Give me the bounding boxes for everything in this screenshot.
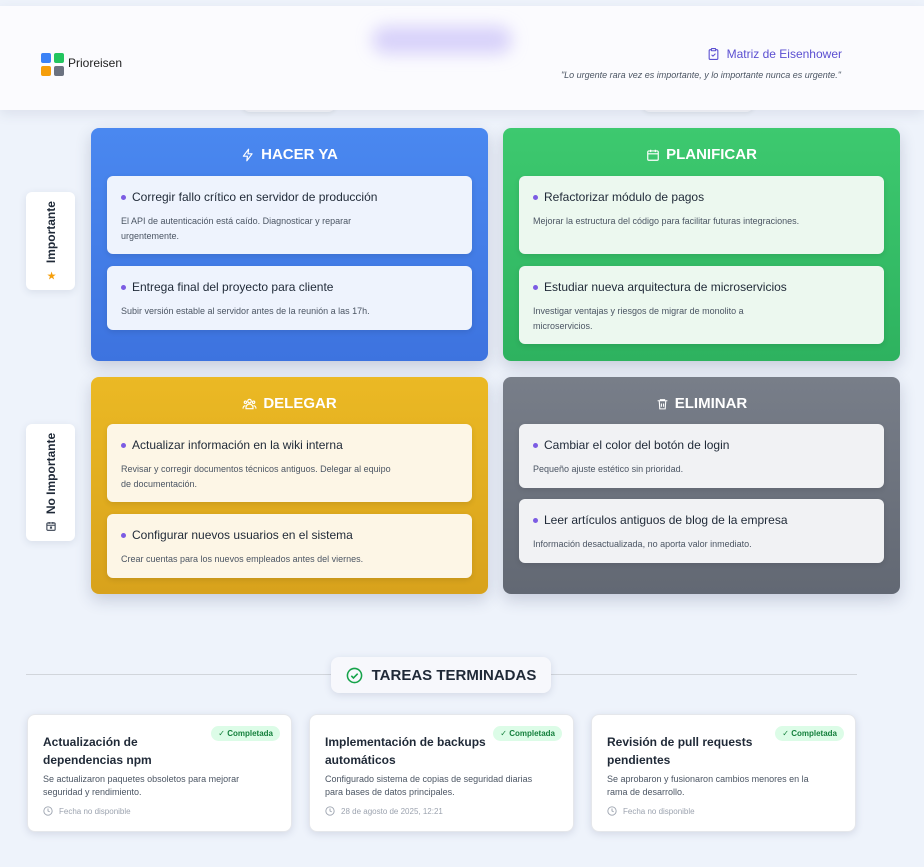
completed-task-card[interactable]: ✓ Completada Actualización de dependenci… <box>27 714 292 832</box>
task-title: Cambiar el color del botón de login <box>544 438 730 452</box>
task-desc: Investigar ventajas y riesgos de migrar … <box>533 306 744 331</box>
quadrant-do-now: HACER YA Corregir fallo crítico en servi… <box>91 128 488 361</box>
completed-task-desc: Se actualizaron paquetes obsoletos para … <box>43 774 240 797</box>
app-brand: Prioreisen <box>68 56 123 70</box>
task-desc: El API de autenticación está caído. Diag… <box>121 216 352 241</box>
completed-section-title: TAREAS TERMINADAS <box>331 657 551 693</box>
axis-important-label: Importante <box>43 201 58 264</box>
quadrant-plan: PLANIFICAR Refactorizar módulo de pagos … <box>503 128 900 361</box>
completed-task-date: 28 de agosto de 2025, 12:21 <box>325 806 443 816</box>
task-card[interactable]: Refactorizar módulo de pagos Mejorar la … <box>519 176 884 254</box>
calendar-x-icon <box>45 520 56 534</box>
users-icon <box>242 398 257 409</box>
bullet-dot <box>121 532 126 538</box>
quadrant-eliminate: ELIMINAR Cambiar el color del botón de l… <box>503 377 900 594</box>
matrix-link[interactable]: Matriz de Eisenhower <box>707 47 842 61</box>
clock-icon <box>607 806 617 816</box>
task-title: Entrega final del proyecto para cliente <box>132 280 334 294</box>
task-desc: Información desactualizada, no aporta va… <box>533 539 752 549</box>
task-card[interactable]: Cambiar el color del botón de login Pequ… <box>519 424 884 488</box>
task-card[interactable]: Actualizar información en la wiki intern… <box>107 424 472 502</box>
task-title: Estudiar nueva arquitectura de microserv… <box>544 280 787 294</box>
axis-label-important: ★ Importante <box>26 192 75 290</box>
task-card[interactable]: Entrega final del proyecto para cliente … <box>107 266 472 330</box>
task-card[interactable]: Leer artículos antiguos de blog de la em… <box>519 499 884 563</box>
completed-task-desc: Configurado sistema de copias de segurid… <box>325 774 533 797</box>
bullet-dot <box>533 442 538 448</box>
app-header: Prioreisen Matriz de Eisenhower "Lo urge… <box>0 6 924 110</box>
check-circle-icon <box>346 667 362 683</box>
calendar-icon <box>647 149 659 161</box>
task-card[interactable]: Configurar nuevos usuarios en el sistema… <box>107 514 472 578</box>
completed-badge: ✓ Completada <box>493 726 562 741</box>
clock-icon <box>325 806 335 816</box>
bullet-dot <box>533 194 538 200</box>
matrix-link-label: Matriz de Eisenhower <box>726 47 842 61</box>
completed-task-date: Fecha no disponible <box>607 806 695 816</box>
header-quote: "Lo urgente rara vez es importante, y lo… <box>560 70 841 80</box>
axis-label-not-important: No Importante <box>26 424 75 541</box>
task-title: Refactorizar módulo de pagos <box>544 190 705 204</box>
axis-not-important-label: No Importante <box>43 432 58 514</box>
task-desc: Mejorar la estructura del código para fa… <box>533 216 800 226</box>
completed-badge: ✓ Completada <box>211 726 280 741</box>
quadrant-eliminate-title: ELIMINAR <box>503 395 900 412</box>
task-desc: Subir versión estable al servidor antes … <box>121 306 370 316</box>
header-glow <box>372 26 512 54</box>
task-card[interactable]: Corregir fallo crítico en servidor de pr… <box>107 176 472 254</box>
quadrant-do-now-title: HACER YA <box>91 146 488 163</box>
bullet-dot <box>533 517 538 523</box>
clock-icon <box>43 806 53 816</box>
quadrant-plan-title: PLANIFICAR <box>503 146 900 163</box>
completed-task-date: Fecha no disponible <box>43 806 131 816</box>
task-title: Actualizar información en la wiki intern… <box>132 438 343 452</box>
quadrant-delegate: DELEGAR Actualizar información en la wik… <box>91 377 488 594</box>
completed-task-desc: Se aprobaron y fusionaron cambios menore… <box>607 774 809 797</box>
star-icon: ★ <box>45 270 56 283</box>
task-desc: Crear cuentas para los nuevos empleados … <box>121 554 364 564</box>
completed-task-title: Implementación de backups automáticos <box>325 735 486 767</box>
bullet-dot <box>121 284 126 290</box>
section-divider-right <box>551 674 857 675</box>
task-title: Leer artículos antiguos de blog de la em… <box>544 513 788 527</box>
task-title: Corregir fallo crítico en servidor de pr… <box>132 190 378 204</box>
bullet-dot <box>121 194 126 200</box>
completed-task-title: Actualización de dependencias npm <box>43 735 152 767</box>
section-divider-left <box>26 674 331 675</box>
completed-task-card[interactable]: ✓ Completada Revisión de pull requests p… <box>591 714 856 832</box>
bullet-dot <box>533 284 538 290</box>
trash-icon <box>657 398 668 409</box>
lightning-icon <box>242 148 253 161</box>
completed-task-title: Revisión de pull requests pendientes <box>607 735 753 767</box>
task-card[interactable]: Estudiar nueva arquitectura de microserv… <box>519 266 884 344</box>
completed-badge: ✓ Completada <box>775 726 844 741</box>
bullet-dot <box>121 442 126 448</box>
clipboard-check-icon <box>708 48 718 60</box>
app-logo-icon <box>41 53 65 77</box>
quadrant-delegate-title: DELEGAR <box>91 395 488 412</box>
task-desc: Revisar y corregir documentos técnicos a… <box>121 464 391 489</box>
task-title: Configurar nuevos usuarios en el sistema <box>132 528 353 542</box>
completed-task-card[interactable]: ✓ Completada Implementación de backups a… <box>309 714 574 832</box>
task-desc: Pequeño ajuste estético sin prioridad. <box>533 464 684 474</box>
